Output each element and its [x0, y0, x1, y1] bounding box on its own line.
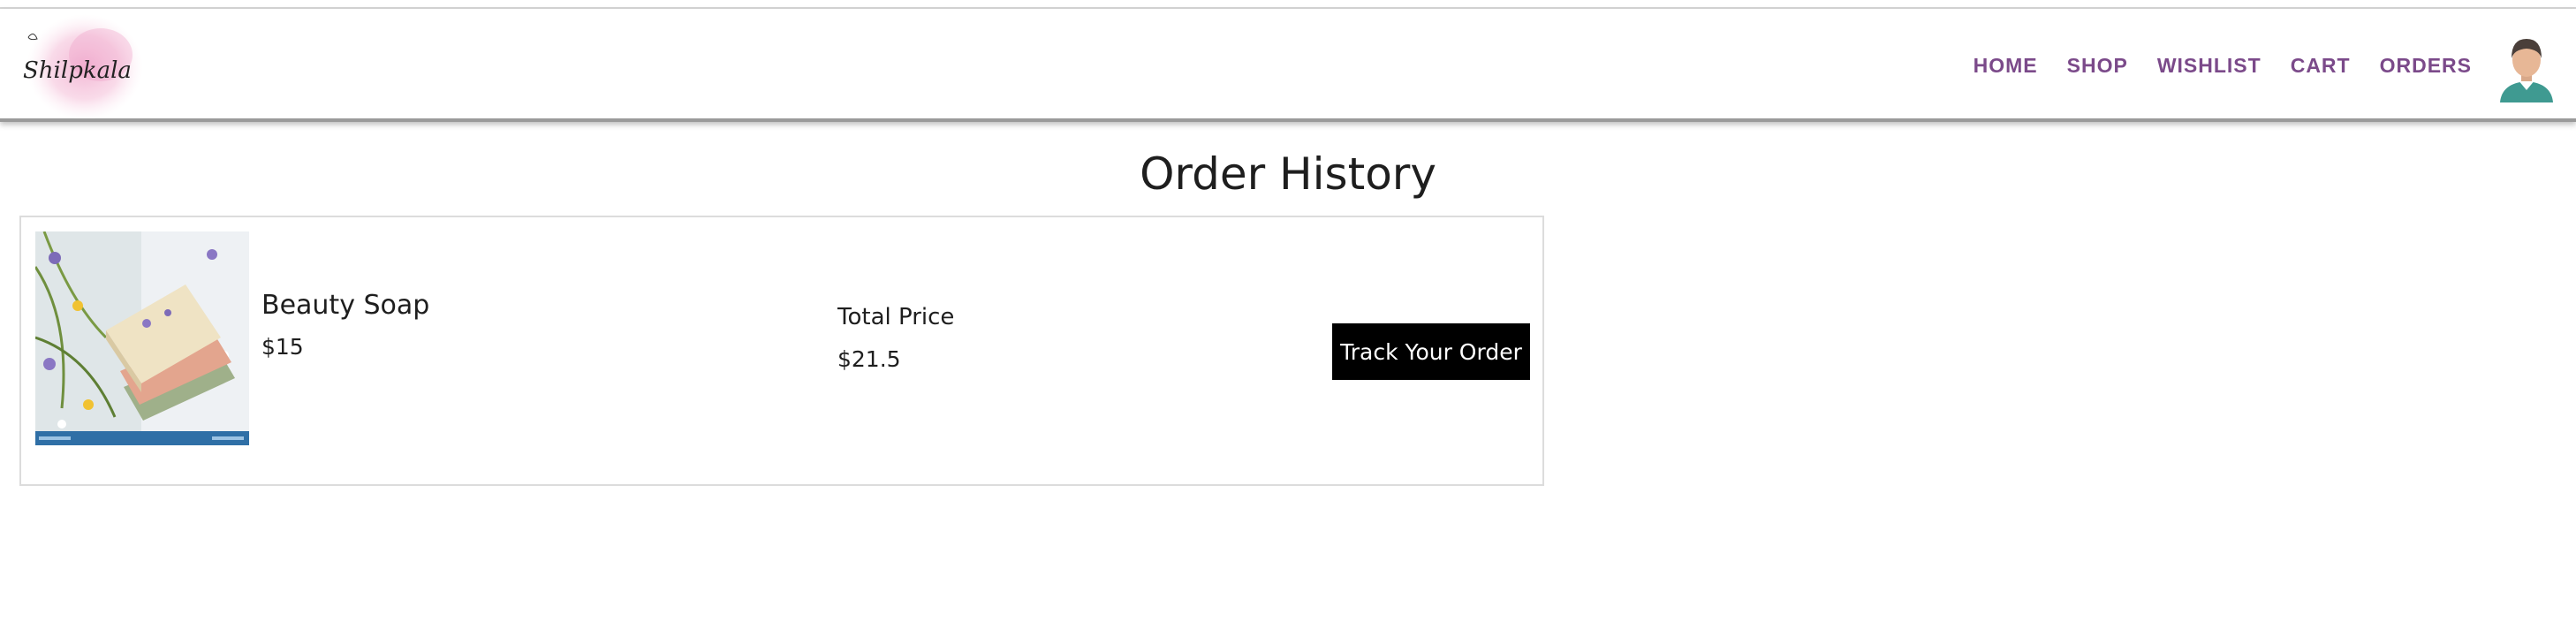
order-card: Beauty Soap $15 Total Price $21.5 Track … [19, 216, 1544, 486]
main-nav: HOME SHOP WISHLIST CART ORDERS [1944, 9, 2472, 122]
nav-home-link[interactable]: HOME [1974, 54, 2038, 78]
nav-wishlist-link[interactable]: WISHLIST [2157, 54, 2262, 78]
brand-logo[interactable]: Shilpkala [16, 11, 148, 124]
user-avatar-icon[interactable] [2498, 32, 2555, 102]
page-title: Order History [1140, 148, 1436, 200]
nav-shop-link[interactable]: SHOP [2067, 54, 2128, 78]
product-price: $15 [261, 334, 304, 360]
nav-cart-link[interactable]: CART [2291, 54, 2351, 78]
nav-orders-link[interactable]: ORDERS [2380, 54, 2472, 78]
track-order-button[interactable]: Track Your Order [1332, 323, 1530, 380]
brand-logo-text: Shilpkala [23, 57, 132, 84]
total-price-value: $21.5 [837, 346, 901, 372]
soap-product-photo [34, 231, 249, 445]
product-name: Beauty Soap [261, 290, 430, 321]
navbar: Shilpkala HOME SHOP WISHLIST CART ORDERS [0, 9, 2576, 122]
total-price-label: Total Price [837, 304, 955, 330]
